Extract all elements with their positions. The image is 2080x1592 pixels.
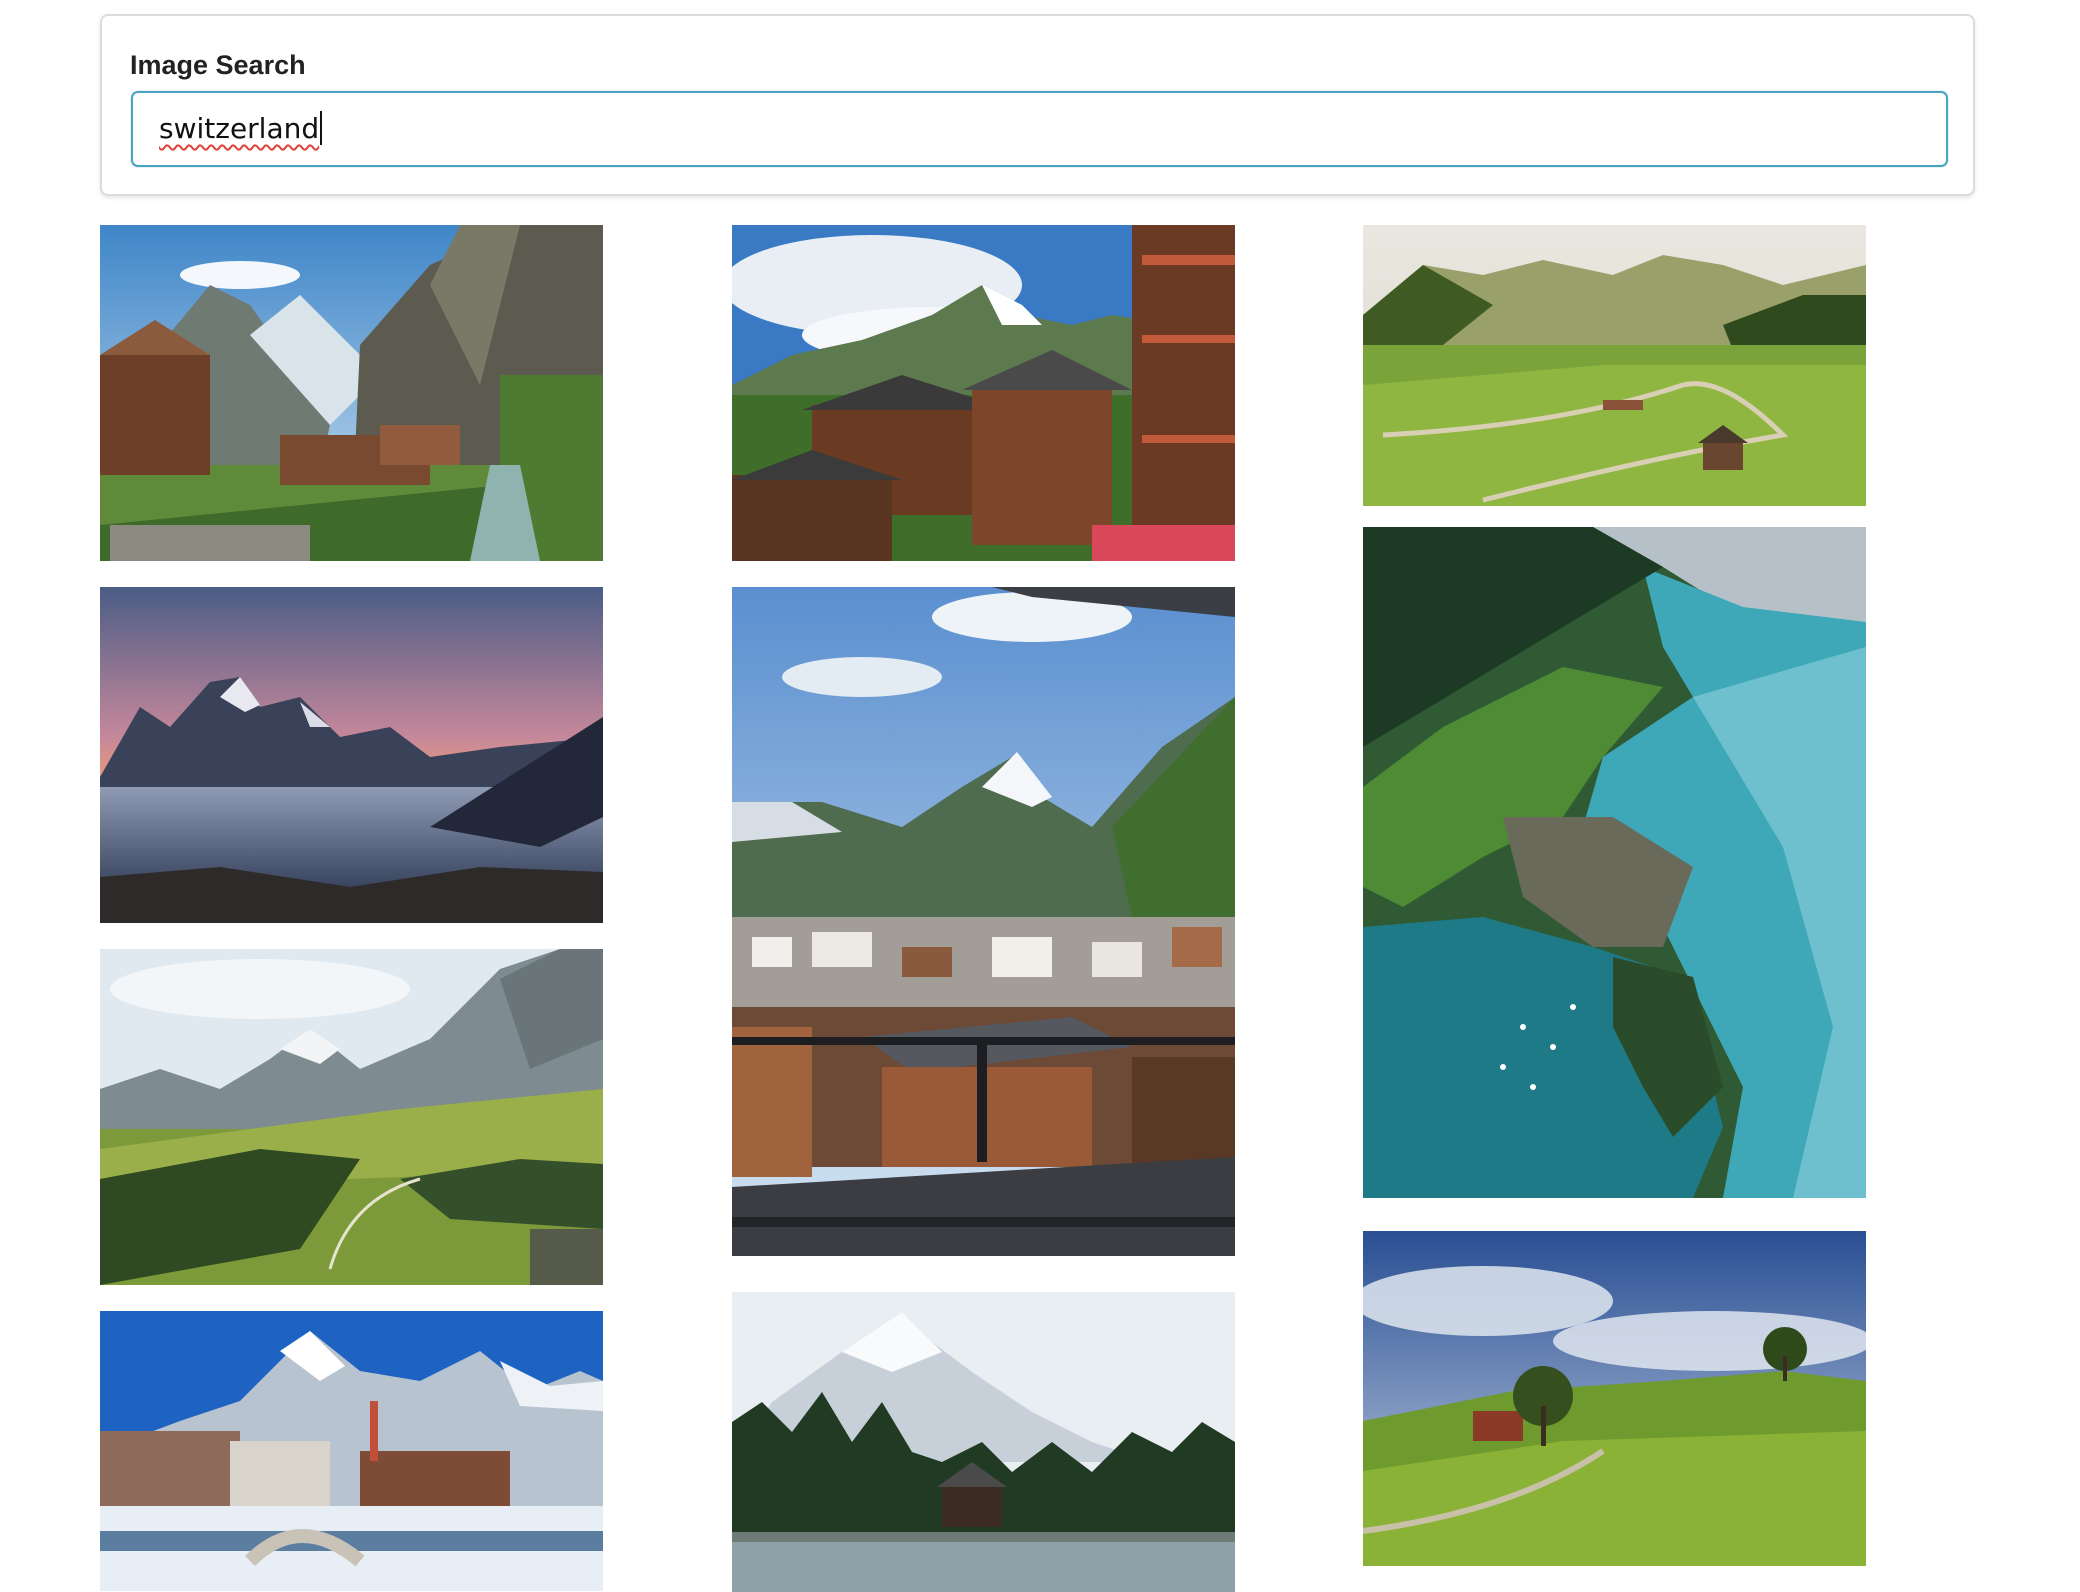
search-input[interactable]: switzerland [131, 91, 1948, 167]
result-image-green-hill-tree[interactable] [1363, 1231, 1866, 1566]
result-image-green-valley-road[interactable] [1363, 225, 1866, 506]
result-image-alpine-meadow[interactable] [100, 949, 603, 1285]
result-image-lauterbrunnen[interactable] [100, 225, 603, 561]
result-image-sea-of-clouds[interactable] [100, 587, 603, 923]
result-image-alpine-chalets[interactable] [732, 225, 1235, 561]
result-image-winter-village[interactable] [100, 1311, 603, 1591]
result-image-matterhorn-village[interactable] [732, 587, 1235, 1256]
text-caret [320, 111, 323, 145]
result-image-snowy-peak-lake[interactable] [732, 1292, 1235, 1592]
search-label: Image Search [130, 50, 306, 80]
search-card: Image Search switzerland [100, 14, 1975, 196]
search-input-value: switzerland [159, 112, 320, 145]
result-image-aerial-lake[interactable] [1363, 527, 1866, 1198]
